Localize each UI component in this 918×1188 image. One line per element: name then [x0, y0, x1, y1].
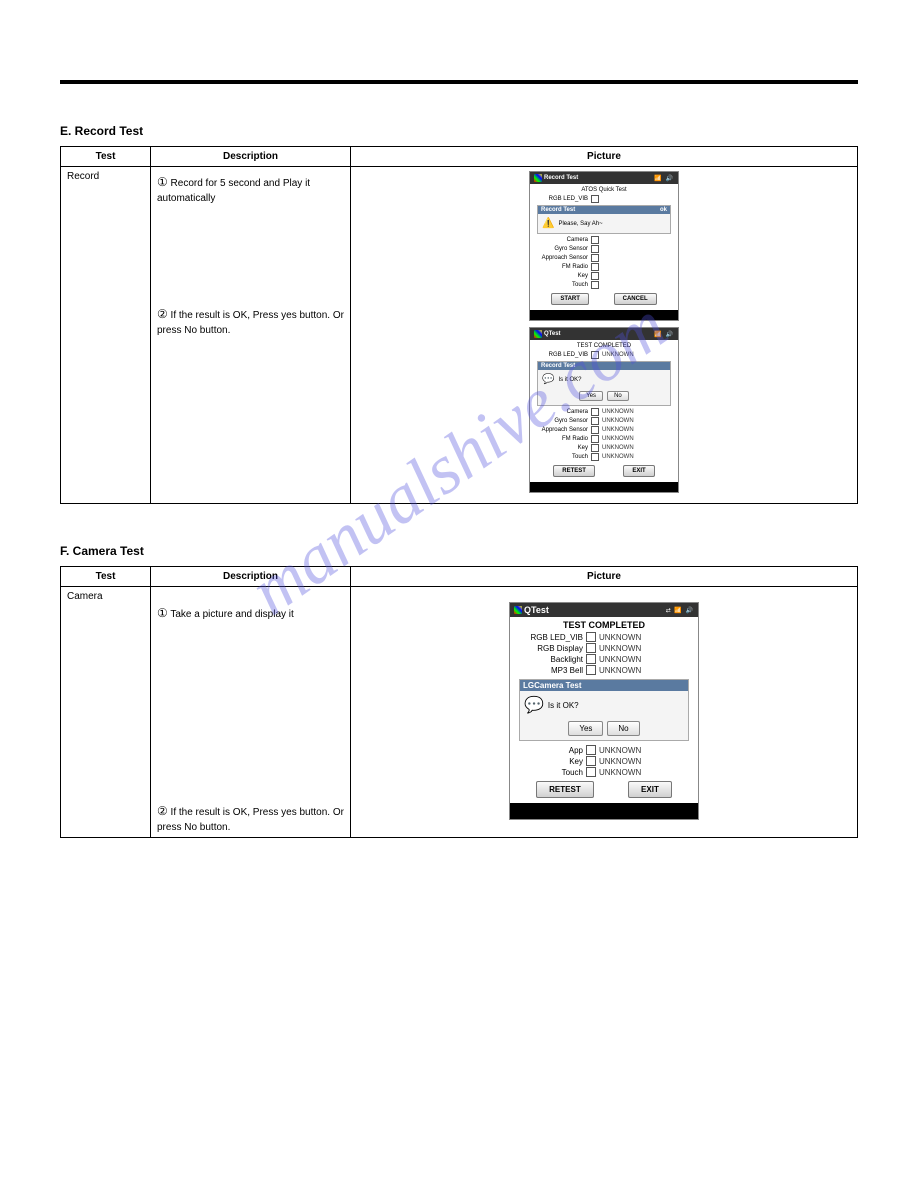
record-screenshot-2: QTest📶 🔊 TEST COMPLETED RGB LED_VIBUNKNO…: [529, 327, 679, 493]
retest-button[interactable]: RETEST: [553, 465, 595, 477]
cancel-button[interactable]: CANCEL: [614, 293, 657, 305]
yes-button[interactable]: Yes: [568, 721, 603, 736]
exit-button[interactable]: EXIT: [628, 781, 672, 798]
yes-button[interactable]: Yes: [579, 391, 603, 401]
step2-num: ②: [157, 307, 168, 321]
camera-screenshot: QTest⇄ 📶 🔊 TEST COMPLETED RGB LED_VIBUNK…: [509, 602, 699, 820]
header-desc: Description: [151, 147, 351, 167]
header-test: Test: [61, 147, 151, 167]
header-pic: Picture: [351, 147, 858, 167]
record-dialog-1: Record Testok ⚠️Please, Say Ah~: [537, 205, 671, 234]
retest-button[interactable]: RETEST: [536, 781, 594, 798]
question-icon: 💬: [524, 695, 544, 715]
question-icon: 💬: [542, 374, 554, 385]
section-record-title: E. Record Test: [60, 124, 858, 138]
warning-icon: ⚠️: [542, 218, 554, 229]
exit-button[interactable]: EXIT: [623, 465, 654, 477]
header-test-2: Test: [61, 567, 151, 587]
signal-icon: 📶 🔊: [654, 175, 674, 182]
cam-step2-num: ②: [157, 804, 168, 818]
camera-table: Test Description Picture Camera ① Take a…: [60, 566, 858, 838]
signal-icon: ⇄ 📶 🔊: [666, 607, 694, 614]
camera-dialog: LGCamera Test 💬Is it OK? Yes No: [519, 679, 689, 741]
camera-desc: ① Take a picture and display it ② If the…: [151, 587, 351, 838]
step1-num: ①: [157, 175, 168, 189]
start-button[interactable]: START: [551, 293, 589, 305]
record-test-name: Record: [61, 167, 151, 504]
no-button[interactable]: No: [607, 721, 639, 736]
record-desc: ① Record for 5 second and Play it automa…: [151, 167, 351, 504]
record-dialog-2: Record Test 💬Is it OK? Yes No: [537, 361, 671, 406]
header-desc-2: Description: [151, 567, 351, 587]
signal-icon: 📶 🔊: [654, 331, 674, 338]
cam-step1-num: ①: [157, 606, 168, 620]
no-button[interactable]: No: [607, 391, 629, 401]
header-rule: [60, 80, 858, 84]
record-table: Test Description Picture Record ① Record…: [60, 146, 858, 504]
record-screenshot-1: Record Test📶 🔊 ATOS Quick Test RGB LED_V…: [529, 171, 679, 321]
section-camera-title: F. Camera Test: [60, 544, 858, 558]
header-pic-2: Picture: [351, 567, 858, 587]
close-icon[interactable]: ok: [660, 207, 667, 213]
camera-test-name: Camera: [61, 587, 151, 838]
